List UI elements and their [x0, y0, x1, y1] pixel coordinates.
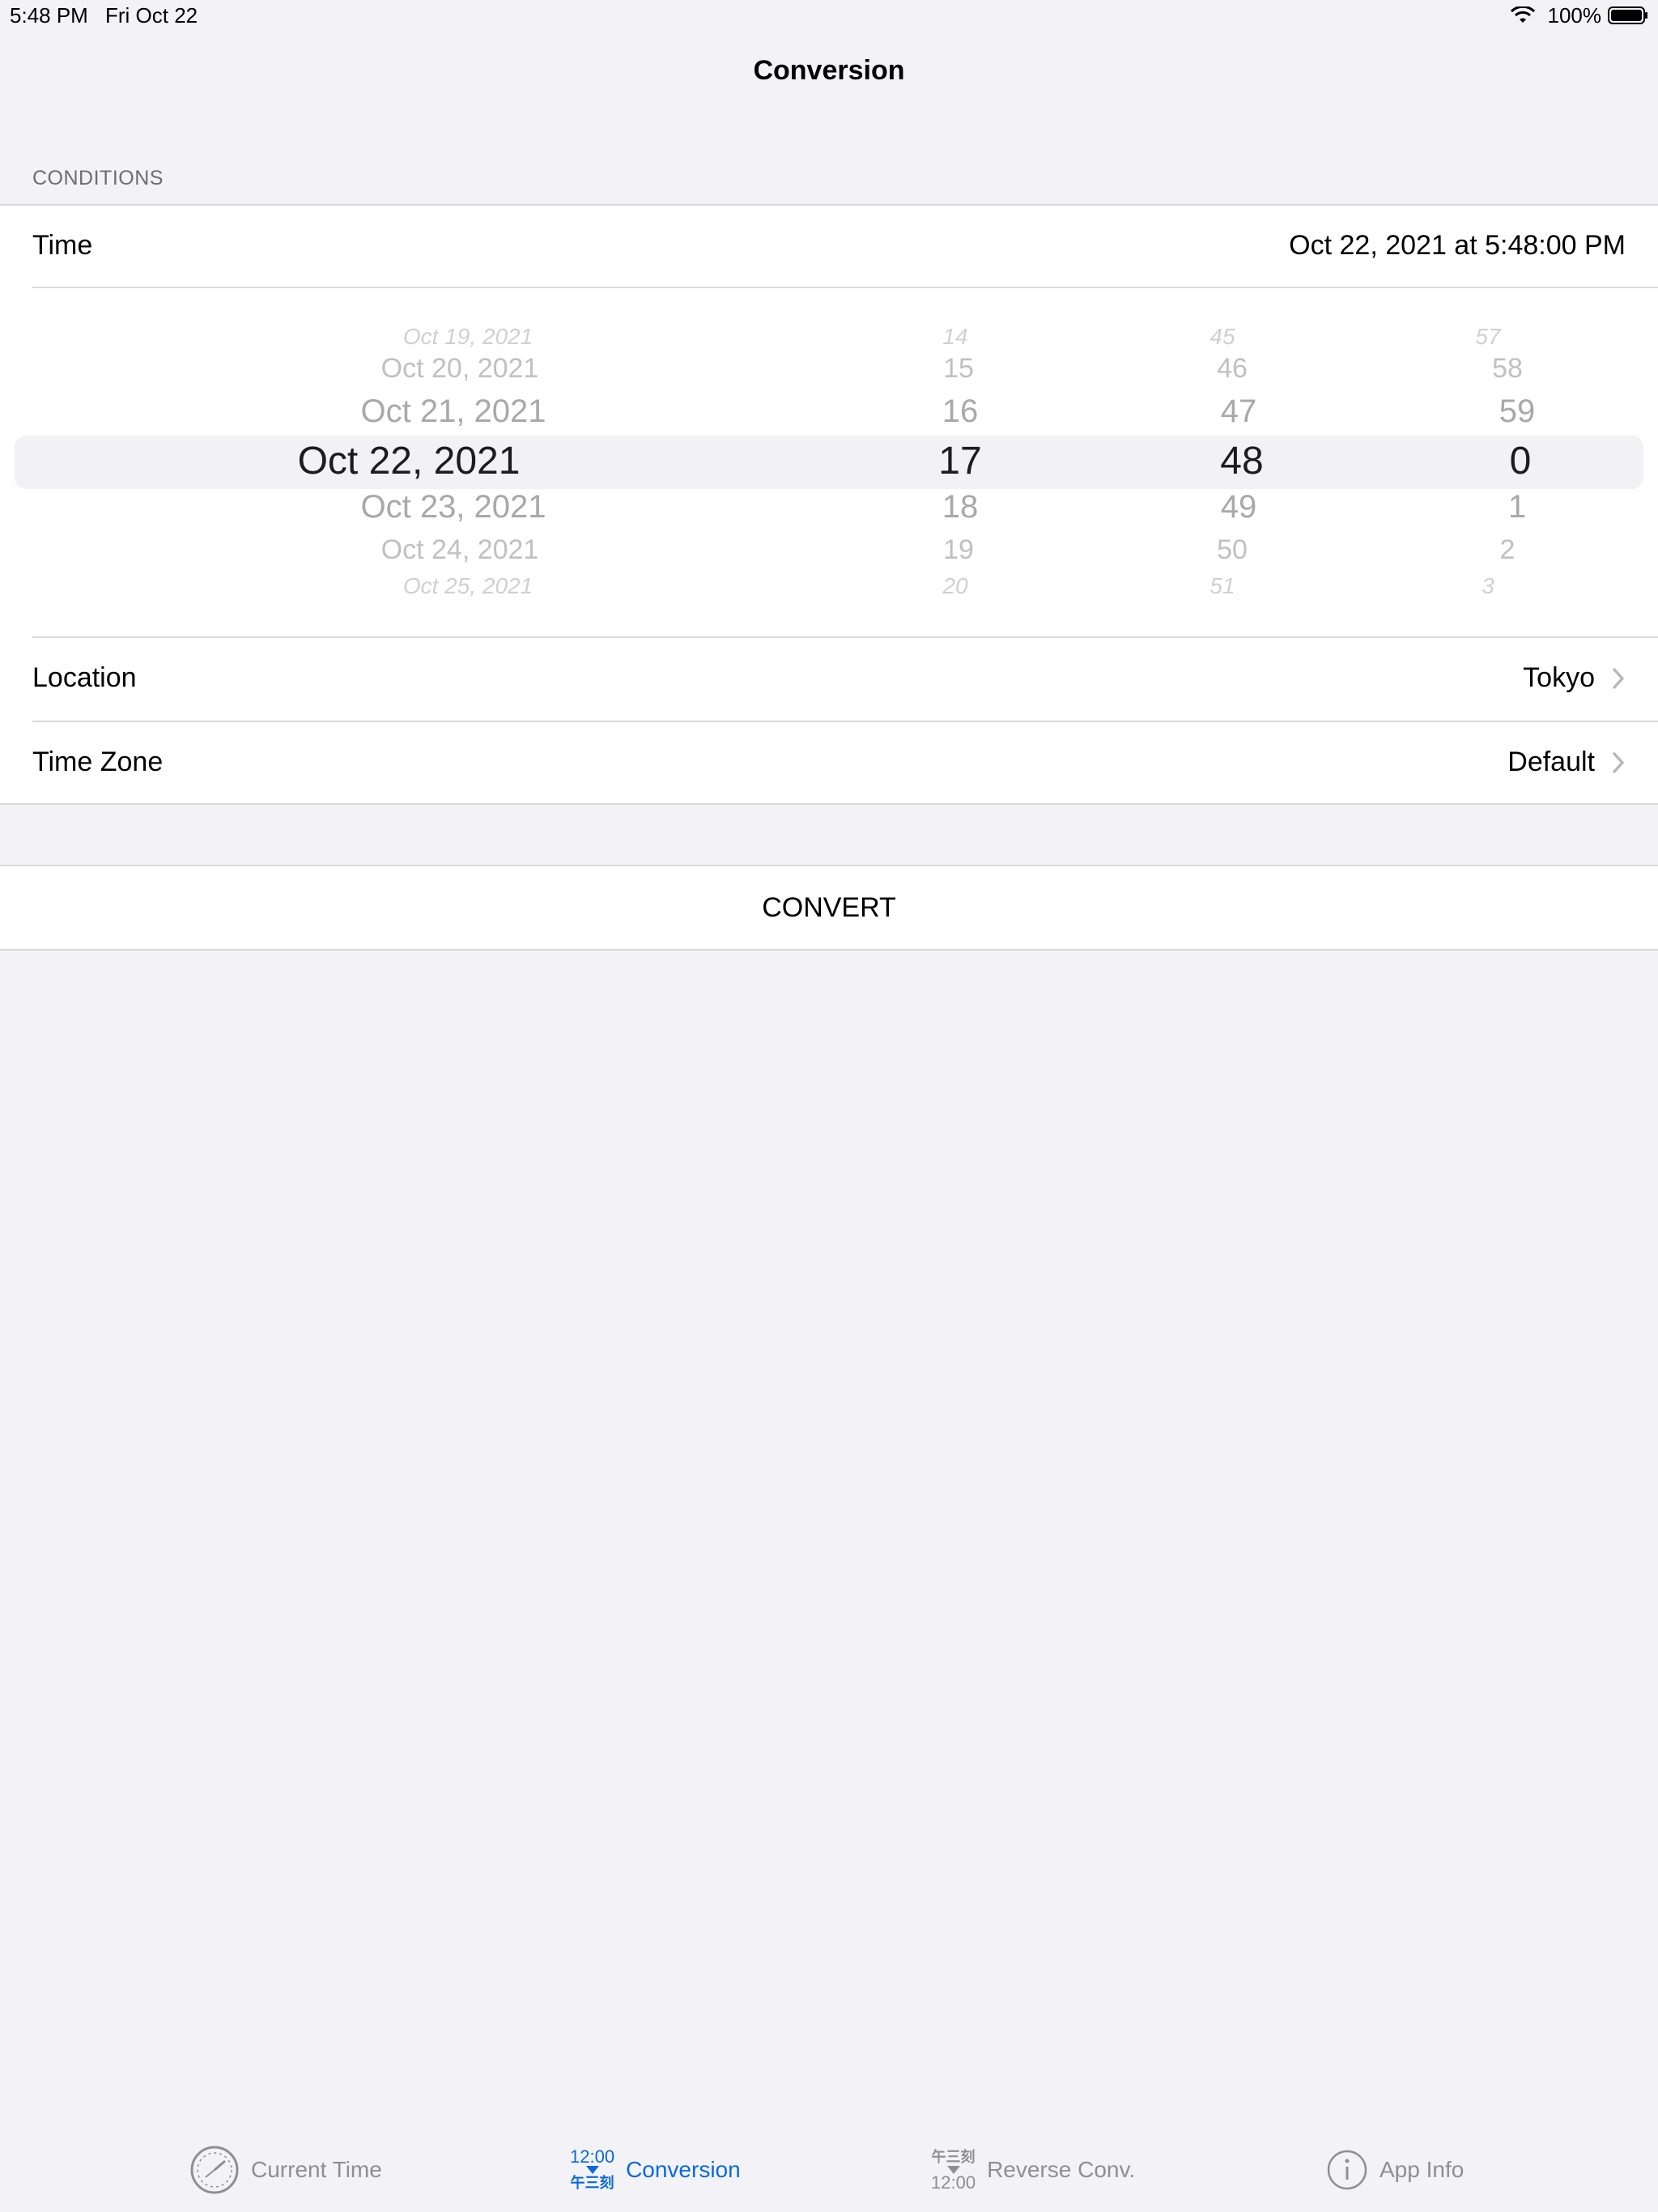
picker-option[interactable]: 51 — [1209, 573, 1235, 599]
section-header-conditions: CONDITIONS — [32, 167, 164, 189]
reverse-conversion-icon: 午三刻 12:00 — [931, 2148, 976, 2192]
tab-current-time[interactable]: Current Time — [189, 2138, 382, 2202]
conversion-icon-bottom: 午三刻 — [570, 2175, 614, 2191]
picker-option[interactable]: 15 — [943, 353, 974, 385]
picker-selected-minute[interactable]: 48 — [1220, 439, 1263, 483]
conversion-icon-top: 12:00 — [570, 2146, 615, 2167]
clock-icon — [190, 2146, 239, 2194]
separator — [0, 803, 1658, 805]
status-bar: 5:48 PM Fri Oct 22 100% — [0, 0, 1658, 32]
location-label: Location — [32, 662, 137, 693]
picker-option[interactable]: 18 — [942, 489, 979, 525]
tab-app-info[interactable]: App Info — [1326, 2138, 1464, 2202]
reverse-icon-top: 午三刻 — [931, 2149, 976, 2165]
info-icon — [1327, 2150, 1367, 2190]
time-label: Time — [32, 230, 93, 261]
picker-selected-second[interactable]: 0 — [1510, 439, 1532, 483]
picker-option[interactable]: 20 — [942, 573, 967, 599]
wifi-icon — [1511, 6, 1535, 23]
chevron-right-icon — [1613, 752, 1624, 773]
location-row[interactable]: Location Tokyo — [0, 638, 1658, 721]
tab-label: Reverse Conv. — [987, 2157, 1136, 2182]
picker-option[interactable]: 19 — [943, 534, 974, 566]
date-time-picker[interactable]: Oct 19, 2021 Oct 20, 2021 Oct 21, 2021 Oct … — [0, 288, 1658, 636]
chevron-right-icon — [1613, 668, 1624, 689]
location-value: Tokyo — [1523, 662, 1595, 693]
tab-label: Conversion — [626, 2157, 741, 2182]
picker-selection-highlight — [15, 436, 1643, 489]
picker-option[interactable]: Oct 19, 2021 — [403, 324, 533, 350]
page-title: Conversion — [753, 55, 905, 86]
tab-conversion[interactable]: 12:00 午三刻 Conversion — [570, 2138, 741, 2202]
tab-reverse-conversion[interactable]: 午三刻 12:00 Reverse Conv. — [931, 2138, 1135, 2202]
picker-option[interactable]: 46 — [1217, 353, 1248, 385]
picker-option[interactable]: Oct 24, 2021 — [381, 534, 539, 566]
picker-option[interactable]: 3 — [1482, 573, 1494, 599]
picker-option[interactable]: Oct 20, 2021 — [381, 353, 539, 385]
separator — [0, 204, 1658, 206]
tab-label: Current Time — [251, 2157, 382, 2182]
picker-option[interactable]: 57 — [1475, 324, 1500, 350]
picker-option[interactable]: Oct 23, 2021 — [360, 489, 546, 525]
picker-option[interactable]: Oct 21, 2021 — [360, 393, 546, 430]
reverse-icon-bottom: 12:00 — [931, 2172, 976, 2193]
picker-selected-date[interactable]: Oct 22, 2021 — [298, 439, 521, 483]
picker-option[interactable]: 59 — [1499, 393, 1536, 430]
settings-rows: Location Tokyo Time Zone Default — [0, 636, 1658, 805]
picker-option[interactable]: 47 — [1221, 393, 1257, 430]
status-date: Fri Oct 22 — [105, 3, 198, 28]
battery-percentage: 100% — [1547, 3, 1602, 28]
picker-option[interactable]: 49 — [1221, 489, 1257, 525]
picker-option[interactable]: 45 — [1209, 324, 1235, 350]
timezone-row[interactable]: Time Zone Default — [0, 722, 1658, 805]
picker-selected-hour[interactable]: 17 — [938, 439, 981, 483]
conversion-icon: 12:00 午三刻 — [570, 2148, 614, 2192]
picker-option[interactable]: 58 — [1492, 353, 1523, 385]
picker-option[interactable]: 2 — [1500, 534, 1516, 566]
arrow-down-icon — [585, 2166, 599, 2174]
picker-option[interactable]: 1 — [1508, 489, 1526, 525]
picker-option[interactable]: Oct 25, 2021 — [403, 573, 533, 599]
tab-label: App Info — [1380, 2157, 1465, 2182]
time-row[interactable]: Time Oct 22, 2021 at 5:48:00 PM — [0, 204, 1658, 288]
picker-option[interactable]: 50 — [1217, 534, 1248, 566]
convert-button[interactable]: CONVERT — [0, 865, 1658, 951]
picker-option[interactable]: 14 — [942, 324, 967, 350]
battery-icon — [1608, 6, 1647, 24]
picker-option[interactable]: 16 — [942, 393, 979, 430]
timezone-value: Default — [1507, 747, 1595, 777]
status-time: 5:48 PM — [10, 3, 88, 28]
timezone-label: Time Zone — [32, 747, 164, 777]
time-value: Oct 22, 2021 at 5:48:00 PM — [1289, 230, 1626, 261]
